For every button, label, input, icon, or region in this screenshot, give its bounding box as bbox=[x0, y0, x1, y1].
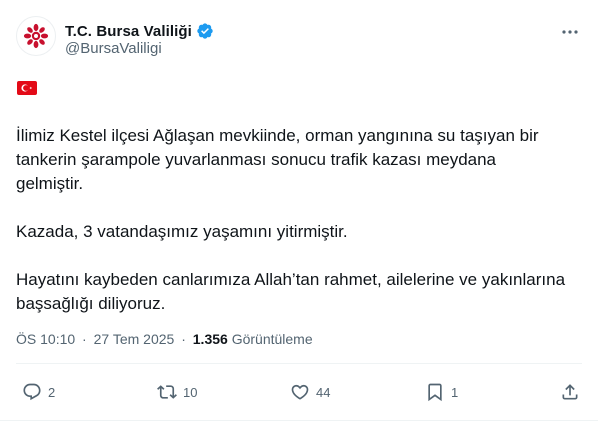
tweet-paragraph-3: Hayatını kaybeden canlarımıza Allah’tan … bbox=[16, 268, 576, 316]
avatar[interactable] bbox=[16, 16, 56, 56]
retweet-count: 10 bbox=[183, 384, 198, 400]
meta-separator: · bbox=[82, 331, 87, 347]
verified-badge-icon bbox=[197, 23, 213, 39]
more-dots-icon bbox=[562, 30, 578, 34]
reply-button[interactable]: 2 bbox=[22, 382, 55, 402]
bookmark-button[interactable]: 1 bbox=[425, 382, 458, 402]
reply-icon bbox=[23, 383, 41, 401]
bookmark-count: 1 bbox=[451, 384, 459, 400]
tweet-line: İlimiz Kestel ilçesi Ağlaşan mevkiinde, … bbox=[16, 126, 539, 145]
like-button[interactable]: 44 bbox=[290, 382, 330, 402]
tweet-line: tankerin şarampole yuvarlanması sonucu t… bbox=[16, 150, 497, 169]
display-name-row[interactable]: T.C. Bursa Valiliği bbox=[65, 21, 214, 41]
divider bbox=[16, 363, 582, 364]
tweet-paragraph-1: İlimiz Kestel ilçesi Ağlaşan mevkiinde, … bbox=[16, 124, 576, 196]
views-count: 1.356 bbox=[192, 331, 228, 347]
retweet-icon bbox=[157, 385, 177, 399]
display-name[interactable]: T.C. Bursa Valiliği bbox=[65, 23, 192, 40]
tweet-time[interactable]: ÖS 10:10 bbox=[16, 331, 75, 347]
tweet-line: gelmiştir. bbox=[16, 174, 84, 193]
views-label: Görüntüleme bbox=[231, 331, 313, 347]
tweet-line: Kazada, 3 vatandaşımız yaşamını yitirmiş… bbox=[16, 222, 348, 241]
share-button[interactable] bbox=[560, 382, 580, 402]
heart-icon bbox=[291, 384, 309, 400]
turkish-flag-icon bbox=[17, 81, 37, 95]
tweet-card: T.C. Bursa Valiliği @BursaValiligi İlimi… bbox=[0, 0, 598, 421]
retweet-button[interactable]: 10 bbox=[157, 382, 197, 402]
bookmark-icon bbox=[428, 383, 442, 402]
account-handle[interactable]: @BursaValiligi bbox=[65, 40, 162, 57]
tweet-paragraph-2: Kazada, 3 vatandaşımız yaşamını yitirmiş… bbox=[16, 220, 576, 244]
meta-separator: · bbox=[181, 331, 186, 347]
tweet-line: başsağlığı diliyoruz. bbox=[16, 294, 166, 313]
share-icon bbox=[562, 384, 578, 400]
reply-count: 2 bbox=[48, 384, 56, 400]
like-count: 44 bbox=[316, 384, 331, 400]
governorship-emblem-icon bbox=[23, 23, 49, 49]
tweet-line: Hayatını kaybeden canlarımıza Allah’tan … bbox=[16, 270, 566, 289]
tweet-date[interactable]: 27 Tem 2025 bbox=[94, 331, 175, 347]
tweet-meta: ÖS 10:10 · 27 Tem 2025 · 1.356 Görüntüle… bbox=[16, 331, 313, 347]
more-options-button[interactable] bbox=[560, 24, 580, 40]
